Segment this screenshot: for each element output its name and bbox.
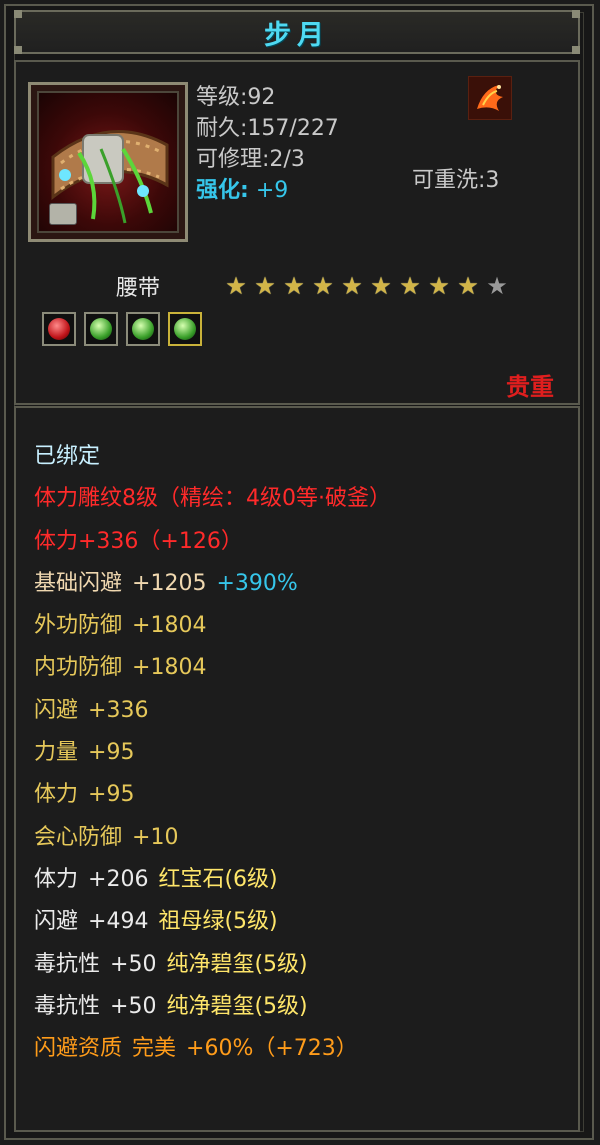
socket-row [42,312,202,346]
property-text: +10 [132,824,179,850]
property-text: 毒抗性 [34,951,101,977]
item-name: 步月 [264,19,330,51]
property-line: 基础闪避 +1205 +390% [34,563,401,605]
socket-green-gem-icon[interactable] [168,312,202,346]
green-gem-icon [132,318,154,340]
property-line: 外功防御 +1804 [34,605,401,647]
property-text: 内功防御 [34,655,123,681]
title-bar: 步月 [14,10,580,54]
property-line: 体力 +206 红宝石(6级) [34,859,401,901]
property-line: 内功防御 +1804 [34,647,401,689]
belt-icon [37,91,179,233]
corner-ornament [572,46,580,54]
property-text: 已绑定 [34,444,101,469]
property-text: 体力+336（+126） [34,528,243,554]
property-text: +50 [110,951,157,977]
property-text: 力量 [34,740,79,766]
star-filled-icon: ★ [428,272,450,300]
property-line: 体力 +95 [34,774,401,816]
property-line: 会心防御 +10 [34,817,401,859]
property-line: 闪避资质 完美 +60%（+723） [34,1028,401,1070]
property-line: 闪避 +494 祖母绿(5级) [34,901,401,943]
star-filled-icon: ★ [370,272,392,300]
rewash-text: 可重洗:3 [412,168,500,193]
socket-red-gem-icon[interactable] [42,312,76,346]
star-empty-icon: ★ [486,272,508,300]
star-filled-icon: ★ [283,272,305,300]
property-text: 闪避 [34,697,79,723]
property-text: 基础闪避 [34,570,123,596]
property-line: 已绑定 [34,436,401,478]
property-text: 闪避资质 [34,1036,123,1062]
property-text: +494 [88,909,149,935]
enhance-row: 强化: +9 [196,175,339,206]
enhance-label: 强化: [196,178,249,203]
property-line: 闪避 +336 [34,690,401,732]
property-text: 体力 [34,782,79,808]
item-type: 腰带 [116,276,161,301]
star-filled-icon: ★ [341,272,363,300]
item-icon-frame[interactable] [28,82,188,242]
property-line: 毒抗性 +50 纯净碧玺(5级) [34,944,401,986]
property-text: +60%（+723） [186,1036,358,1062]
repair-text: 可修理:2/3 [196,147,305,172]
property-text: 外功防御 [34,613,123,639]
property-line: 力量 +95 [34,732,401,774]
star-filled-icon: ★ [254,272,276,300]
property-text: 闪避 [34,909,79,935]
phoenix-icon-graphic [477,85,503,111]
property-text: 纯净碧玺(5级) [166,993,308,1019]
property-text: +1804 [132,655,207,681]
star-rating: ★ ★ ★ ★ ★ ★ ★ ★ ★ ★ [224,274,509,298]
phoenix-icon [468,76,512,120]
property-text: +95 [88,740,135,766]
property-text: 祖母绿(5级) [158,909,278,935]
durability-text: 耐久:157/227 [196,116,339,141]
property-text: +95 [88,782,135,808]
property-line: 毒抗性 +50 纯净碧玺(5级) [34,986,401,1028]
property-text: +1205 [132,570,207,596]
property-line: 体力雕纹8级（精绘：4级0等·破釜） [34,478,401,520]
property-text: 红宝石(6级) [158,866,278,892]
property-line: 体力+336（+126） [34,521,401,563]
corner-ornament [14,46,22,54]
rarity-label: 贵重 [506,373,554,401]
property-list: 已绑定体力雕纹8级（精绘：4级0等·破釜） 体力+336（+126） 基础闪避 +12… [34,436,401,1070]
socket-green-gem-icon[interactable] [126,312,160,346]
property-text: 体力 [34,866,79,892]
item-stats: 等级:92 耐久:157/227 可修理:2/3 强化: +9 [196,82,339,206]
property-text: +390% [216,570,298,596]
property-text: 毒抗性 [34,993,101,1019]
property-panel: 已绑定体力雕纹8级（精绘：4级0等·破釜） 体力+336（+126） 基础闪避 +12… [14,406,580,1132]
socket-green-gem-icon[interactable] [84,312,118,346]
green-gem-icon [90,318,112,340]
property-text: 纯净碧玺(5级) [166,951,308,977]
property-text: 体力雕纹8级（精绘：4级0等·破釜） [34,486,391,512]
enhance-value: +9 [255,178,289,203]
property-text: +206 [88,866,149,892]
item-header-panel: 等级:92 耐久:157/227 可修理:2/3 强化: +9 可重洗:3 腰带… [14,60,580,405]
bound-lock-icon [49,203,77,225]
property-text: +50 [110,993,157,1019]
property-text: 完美 [132,1036,177,1062]
star-filled-icon: ★ [312,272,334,300]
level-text: 等级:92 [196,85,276,110]
green-gem-icon [174,318,196,340]
star-filled-icon: ★ [225,272,247,300]
corner-ornament [14,10,22,18]
red-gem-icon [48,318,70,340]
property-text: +1804 [132,613,207,639]
corner-ornament [572,10,580,18]
property-text: 会心防御 [34,824,123,850]
star-filled-icon: ★ [457,272,479,300]
property-text: +336 [88,697,149,723]
star-filled-icon: ★ [399,272,421,300]
